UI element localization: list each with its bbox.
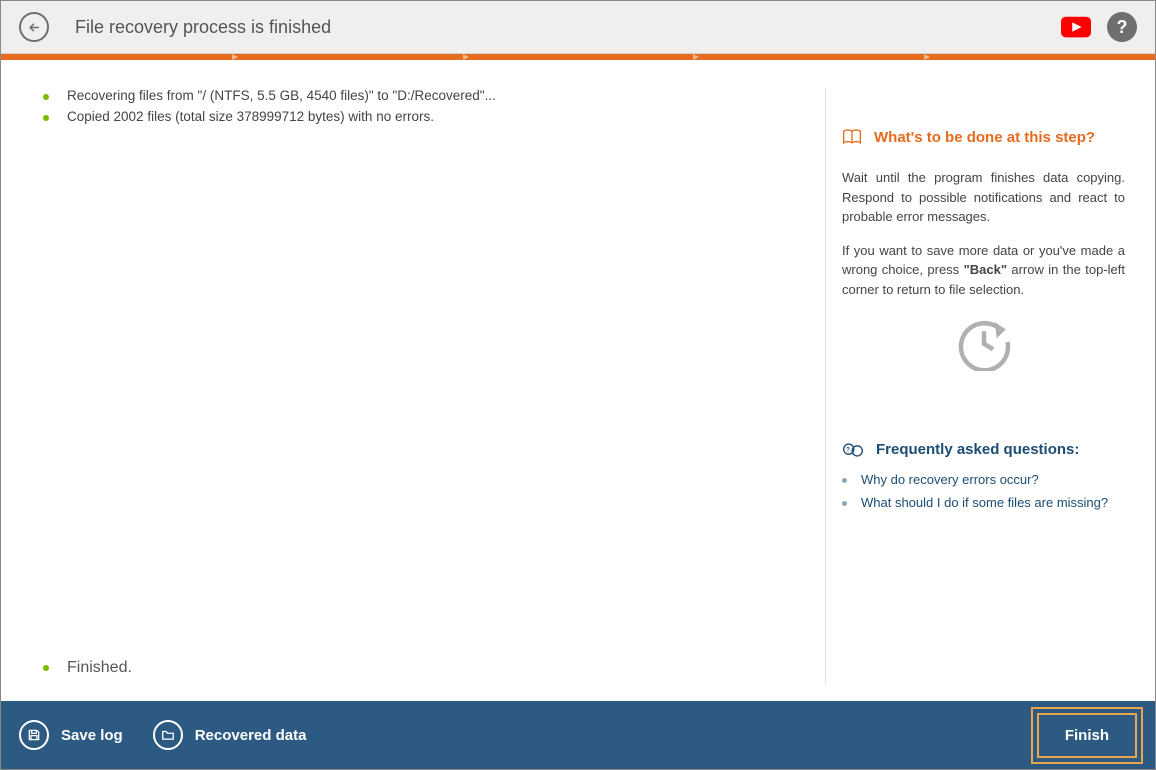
status-dot-icon [43,665,49,671]
progress-bar [1,54,1155,60]
faq-item: What should I do if some files are missi… [842,495,1125,510]
footer-bar: Save log Recovered data Finish [1,701,1155,769]
save-icon [19,720,49,750]
faq-title-text: Frequently asked questions: [876,441,1079,458]
clock-refresh-icon [955,313,1013,371]
finish-label: Finish [1065,727,1109,744]
header-bar: File recovery process is finished ? [1,1,1155,54]
log-text: Copied 2002 files (total size 378999712 … [67,109,434,124]
sidebar: What's to be done at this step? Wait unt… [825,88,1125,685]
log-line: Copied 2002 files (total size 378999712 … [43,109,805,124]
save-log-button[interactable]: Save log [19,720,123,750]
book-icon [842,128,862,146]
question-icon: ? [1117,17,1128,38]
log-area: Recovering files from "/ (NTFS, 5.5 GB, … [43,88,805,649]
faq-link[interactable]: What should I do if some files are missi… [861,495,1108,510]
main-panel: Recovering files from "/ (NTFS, 5.5 GB, … [43,88,805,685]
youtube-icon[interactable] [1061,16,1091,38]
back-button[interactable] [19,12,49,42]
page-title: File recovery process is finished [75,17,1061,38]
log-text: Recovering files from "/ (NTFS, 5.5 GB, … [67,88,496,103]
clock-illustration [842,313,1125,371]
status-line: Finished. [43,659,805,677]
header-right: ? [1061,12,1137,42]
recovered-data-button[interactable]: Recovered data [153,720,307,750]
bullet-icon [842,478,847,483]
finish-button[interactable]: Finish [1037,713,1137,758]
recovered-data-label: Recovered data [195,727,307,744]
help-button[interactable]: ? [1107,12,1137,42]
content-area: Recovering files from "/ (NTFS, 5.5 GB, … [1,60,1155,701]
faq-list: Why do recovery errors occur? What shoul… [842,472,1125,510]
save-log-label: Save log [61,727,123,744]
status-area: Finished. [43,649,805,685]
folder-icon [153,720,183,750]
faq-item: Why do recovery errors occur? [842,472,1125,487]
help-title-text: What's to be done at this step? [874,129,1095,146]
help-paragraph: If you want to save more data or you've … [842,241,1125,300]
svg-text:?: ? [846,446,850,453]
log-line: Recovering files from "/ (NTFS, 5.5 GB, … [43,88,805,103]
help-section-title: What's to be done at this step? [842,128,1125,146]
help-paragraph: Wait until the program finishes data cop… [842,168,1125,227]
bullet-icon [842,501,847,506]
arrow-left-icon [27,20,42,35]
status-dot-icon [43,115,49,121]
status-text: Finished. [67,659,132,677]
faq-icon: ? [842,442,864,458]
status-dot-icon [43,94,49,100]
faq-link[interactable]: Why do recovery errors occur? [861,472,1039,487]
faq-section-title: ? Frequently asked questions: [842,441,1125,458]
